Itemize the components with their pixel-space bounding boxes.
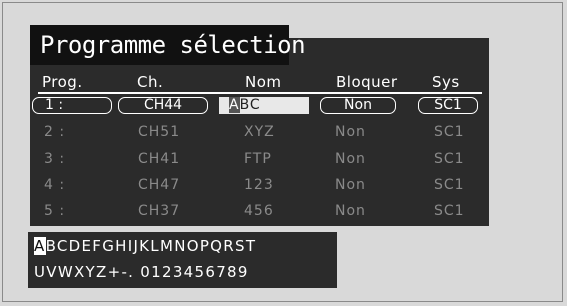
- row-1-prog[interactable]: 1 :: [32, 97, 112, 114]
- keyboard-row-1[interactable]: ABCDEFGHIJKLMNOPQRST: [34, 237, 256, 255]
- row-1-channel[interactable]: CH44: [118, 97, 208, 114]
- menu-title: Programme sélection: [30, 25, 306, 65]
- row-5-name[interactable]: 456: [244, 203, 274, 219]
- row-4-name[interactable]: 123: [244, 177, 274, 193]
- row-2-name[interactable]: XYZ: [244, 124, 275, 140]
- row-2-channel[interactable]: CH51: [138, 124, 180, 140]
- name-cursor: A: [229, 97, 240, 113]
- row-5-sys[interactable]: SC1: [434, 203, 465, 219]
- header-divider: [38, 92, 482, 94]
- row-5-prog[interactable]: 5 :: [44, 203, 65, 219]
- row-1-lock[interactable]: Non: [320, 97, 396, 114]
- row-4-prog[interactable]: 4 :: [44, 177, 65, 193]
- row-2-lock[interactable]: Non: [335, 124, 366, 140]
- col-header-sys: Sys: [432, 73, 460, 91]
- keyboard-cursor[interactable]: A: [34, 237, 46, 255]
- col-header-bloquer: Bloquer: [336, 73, 398, 91]
- col-header-nom: Nom: [245, 73, 282, 91]
- row-2-sys[interactable]: SC1: [434, 124, 465, 140]
- row-1-sys[interactable]: SC1: [418, 97, 478, 114]
- col-header-ch: Ch.: [137, 73, 164, 91]
- row-3-lock[interactable]: Non: [335, 151, 366, 167]
- row-4-channel[interactable]: CH47: [138, 177, 180, 193]
- keyboard-row-2[interactable]: UVWXYZ+-. 0123456789: [34, 263, 249, 281]
- name-rest: BC: [239, 97, 261, 113]
- row-5-lock[interactable]: Non: [335, 203, 366, 219]
- row-5-channel[interactable]: CH37: [138, 203, 180, 219]
- col-header-prog: Prog.: [42, 73, 83, 91]
- keyboard-row-1-chars[interactable]: BCDEFGHIJKLMNOPQRST: [46, 237, 257, 255]
- row-3-sys[interactable]: SC1: [434, 151, 465, 167]
- row-4-lock[interactable]: Non: [335, 177, 366, 193]
- row-2-prog[interactable]: 2 :: [44, 124, 65, 140]
- row-3-prog[interactable]: 3 :: [44, 151, 65, 167]
- row-4-sys[interactable]: SC1: [434, 177, 465, 193]
- row-3-channel[interactable]: CH41: [138, 151, 180, 167]
- row-1-name-field[interactable]: ABC: [219, 97, 309, 114]
- row-3-name[interactable]: FTP: [244, 151, 272, 167]
- character-keyboard[interactable]: ABCDEFGHIJKLMNOPQRST UVWXYZ+-. 012345678…: [28, 232, 337, 288]
